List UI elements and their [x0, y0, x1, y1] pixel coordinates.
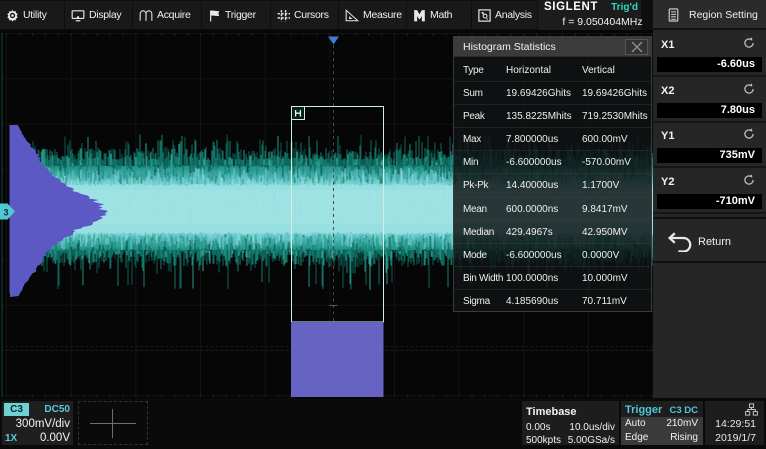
svg-text:3: 3	[3, 208, 8, 218]
